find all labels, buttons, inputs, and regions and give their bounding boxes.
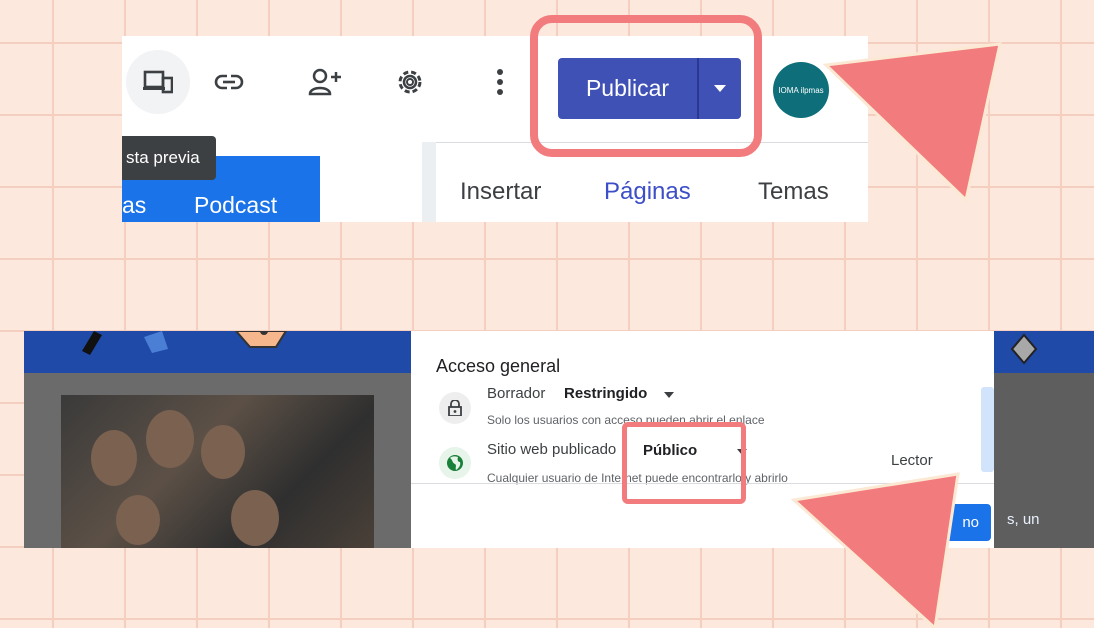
arrow-bottom-shape — [790, 472, 960, 628]
pointer-arrow-bottom — [790, 472, 960, 628]
